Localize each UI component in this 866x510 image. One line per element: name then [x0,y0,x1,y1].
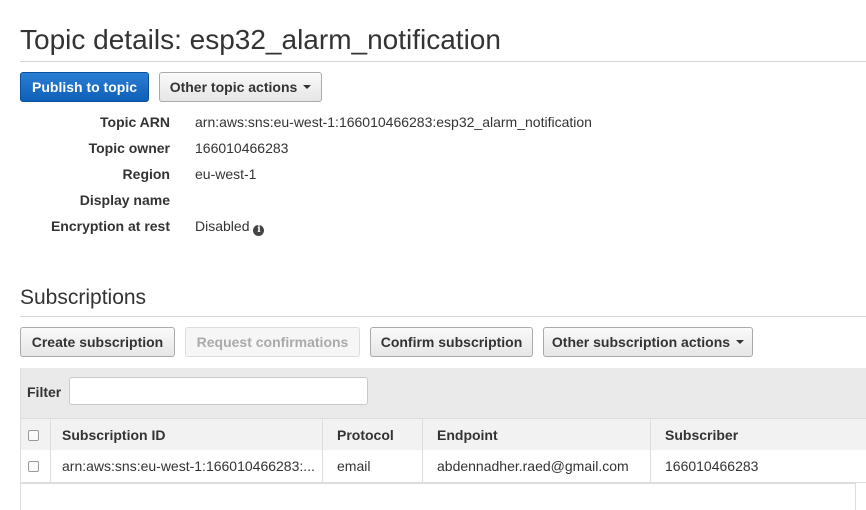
caret-down-icon [303,85,312,89]
caret-down-icon [736,340,745,344]
detail-value: 166010466283 [195,140,289,156]
request-confirmations-label: Request confirmations [196,334,349,350]
subscription-id-cell[interactable]: arn:aws:sns:eu-west-1:166010466283:... [62,450,314,482]
filter-input[interactable] [69,377,368,405]
create-subscription-button[interactable]: Create subscription [20,327,175,357]
other-topic-actions-label: Other topic actions [169,79,298,95]
column-divider [422,419,423,451]
filter-label: Filter [27,384,62,400]
column-divider [50,419,51,451]
subscriptions-divider [20,316,866,317]
select-all-cell [28,419,42,451]
table-empty-area [20,483,856,510]
table-row[interactable]: arn:aws:sns:eu-west-1:166010466283:... e… [20,450,866,483]
other-subscription-actions-button[interactable]: Other subscription actions [543,327,753,357]
title-divider [20,61,866,62]
detail-value: eu-west-1 [195,166,257,182]
confirm-subscription-button[interactable]: Confirm subscription [370,327,533,357]
encryption-status: Disabled [195,218,250,234]
detail-label: Display name [79,192,170,208]
row-checkbox[interactable] [28,460,39,472]
detail-row-region: Region eu-west-1 [0,166,700,186]
select-all-checkbox[interactable] [28,429,39,441]
create-subscription-label: Create subscription [31,334,164,350]
endpoint-cell: abdennadher.raed@gmail.com [437,458,629,474]
column-divider [50,450,51,482]
column-header-subscriber[interactable]: Subscriber [665,419,855,451]
column-header-endpoint[interactable]: Endpoint [437,419,637,451]
column-divider [422,450,423,482]
row-select-cell [28,450,42,482]
request-confirmations-button[interactable]: Request confirmations [185,327,360,357]
detail-row-topic-arn: Topic ARN arn:aws:sns:eu-west-1:16601046… [0,114,700,134]
detail-label: Encryption at rest [50,218,170,234]
publish-to-topic-label: Publish to topic [32,79,137,95]
column-header-subscription-id[interactable]: Subscription ID [62,419,312,451]
column-divider [322,419,323,451]
other-topic-actions-button[interactable]: Other topic actions [159,72,322,102]
detail-row-encryption: Encryption at rest Disabled i [0,218,700,238]
subscriptions-title: Subscriptions [20,286,147,309]
detail-label: Region [122,166,170,182]
column-divider [650,419,651,451]
detail-row-topic-owner: Topic owner 166010466283 [0,140,700,160]
publish-to-topic-button[interactable]: Publish to topic [20,72,149,102]
detail-value: Disabled i [195,218,265,236]
page-title: Topic details: esp32_alarm_notification [20,24,501,55]
column-divider [322,450,323,482]
protocol-cell: email [337,458,371,474]
column-divider [650,450,651,482]
detail-label: Topic owner [88,140,170,156]
info-icon[interactable]: i [253,224,265,236]
column-header-protocol[interactable]: Protocol [337,419,417,451]
detail-row-display-name: Display name [0,192,700,212]
other-subscription-actions-label: Other subscription actions [551,334,731,350]
detail-label: Topic ARN [100,114,170,130]
filter-bar: Filter [20,368,866,418]
subscriber-cell: 166010466283 [665,458,759,474]
table-header: Subscription ID Protocol Endpoint Subscr… [20,418,866,452]
confirm-subscription-label: Confirm subscription [380,334,523,350]
detail-value: arn:aws:sns:eu-west-1:166010466283:esp32… [195,114,592,130]
